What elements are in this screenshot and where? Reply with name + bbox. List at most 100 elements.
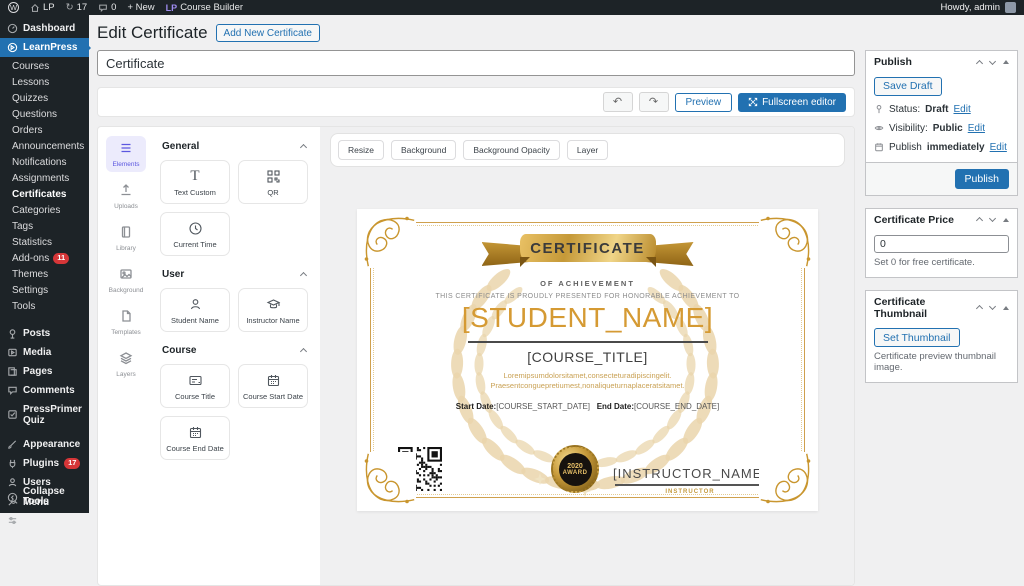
admin-bar-comments[interactable]: 0 [98, 2, 116, 13]
move-down-icon[interactable] [989, 303, 996, 310]
layer-button[interactable]: Layer [567, 140, 608, 160]
background-button[interactable]: Background [391, 140, 456, 160]
element-text-custom[interactable]: T Text Custom [160, 160, 230, 204]
collapse-section-icon[interactable] [300, 272, 307, 279]
calendar-icon [266, 373, 281, 388]
edit-schedule-link[interactable]: Edit [990, 142, 1007, 153]
course-title-placeholder[interactable]: [COURSE_TITLE] [357, 349, 818, 365]
element-course-title[interactable]: Course Title [160, 364, 230, 408]
course-dates-line[interactable]: Start Date:[COURSE_START_DATE] End Date:… [357, 402, 818, 411]
admin-bar-course-builder[interactable]: LP Course Builder [166, 2, 243, 13]
calendar-icon [188, 425, 203, 440]
ornament-corner-icon [362, 452, 416, 506]
save-draft-button[interactable]: Save Draft [874, 77, 942, 96]
collapse-section-icon[interactable] [300, 348, 307, 355]
admin-bar: W LP ↻ 17 0 + New LP Course Builder Howd… [0, 0, 1024, 15]
submenu-tags[interactable]: Tags [0, 218, 89, 234]
sidebar-item-learnpress[interactable]: LearnPress [0, 38, 89, 57]
toggle-panel-icon[interactable] [1003, 306, 1009, 310]
sidebar-item-comments[interactable]: Comments [0, 381, 89, 400]
sidebar-item-pressprimer-quiz[interactable]: PressPrimer Quiz [0, 400, 89, 430]
certificate-subtitle[interactable]: OF ACHIEVEMENT [357, 279, 818, 288]
submenu-questions[interactable]: Questions [0, 106, 89, 122]
submenu-tools[interactable]: Tools [0, 299, 89, 315]
submenu-categories[interactable]: Categories [0, 202, 89, 218]
add-new-certificate-button[interactable]: Add New Certificate [216, 24, 320, 42]
move-up-icon[interactable] [976, 217, 983, 224]
element-course-end-date[interactable]: Course End Date [160, 416, 230, 460]
admin-bar-new[interactable]: + New [127, 2, 154, 13]
tab-layers[interactable]: Layers [106, 346, 146, 382]
instructor-name-placeholder: [INSTRUCTOR_NAME] [602, 466, 778, 481]
admin-bar-updates[interactable]: ↻ 17 [66, 2, 88, 13]
submenu-certificates[interactable]: Certificates [0, 186, 89, 202]
submenu-courses[interactable]: Courses [0, 58, 89, 74]
set-thumbnail-button[interactable]: Set Thumbnail [874, 328, 960, 347]
submenu-themes[interactable]: Themes [0, 267, 89, 283]
tab-elements[interactable]: Elements [106, 136, 146, 172]
quiz-icon [7, 409, 18, 420]
sidebar-item-plugins[interactable]: Plugins 17 [0, 454, 89, 474]
submenu-announcements[interactable]: Announcements [0, 138, 89, 154]
sidebar-item-dashboard[interactable]: Dashboard [0, 19, 89, 38]
submenu-addons[interactable]: Add-ons 11 [0, 250, 89, 267]
move-down-icon[interactable] [989, 215, 996, 222]
submenu-settings[interactable]: Settings [0, 283, 89, 299]
preview-button[interactable]: Preview [675, 93, 733, 112]
collapse-section-icon[interactable] [300, 144, 307, 151]
sidebar-item-pages[interactable]: Pages [0, 362, 89, 381]
sidebar-item-media[interactable]: Media [0, 343, 89, 362]
edit-status-link[interactable]: Edit [953, 104, 970, 115]
appearance-icon [7, 439, 18, 450]
element-student-name[interactable]: Student Name [160, 288, 230, 332]
publish-button[interactable]: Publish [955, 169, 1009, 189]
move-up-icon[interactable] [976, 59, 983, 66]
comments-icon [7, 385, 18, 396]
avatar[interactable] [1005, 2, 1016, 13]
submenu-notifications[interactable]: Notifications [0, 154, 89, 170]
collapse-menu-button[interactable]: Collapse Menu [0, 482, 89, 512]
toggle-panel-icon[interactable] [1003, 60, 1009, 64]
element-instructor-name[interactable]: Instructor Name [238, 288, 308, 332]
edit-visibility-link[interactable]: Edit [968, 123, 985, 134]
move-down-icon[interactable] [989, 57, 996, 64]
howdy-text[interactable]: Howdy, admin [941, 2, 1001, 13]
element-qr[interactable]: QR [238, 160, 308, 204]
submenu-statistics[interactable]: Statistics [0, 234, 89, 250]
certificate-description[interactable]: Loremipsumdolorsitamet,consecteturadipis… [357, 371, 818, 391]
sidebar-item-posts[interactable]: Posts [0, 324, 89, 343]
fullscreen-editor-button[interactable]: Fullscreen editor [738, 93, 846, 112]
background-opacity-button[interactable]: Background Opacity [463, 140, 560, 160]
home-icon [30, 3, 40, 13]
resize-button[interactable]: Resize [338, 140, 384, 160]
element-course-start-date[interactable]: Course Start Date [238, 364, 308, 408]
submenu-assignments[interactable]: Assignments [0, 170, 89, 186]
submenu-quizzes[interactable]: Quizzes [0, 90, 89, 106]
student-name-placeholder[interactable]: [STUDENT_NAME] [357, 302, 818, 334]
submenu-lessons[interactable]: Lessons [0, 74, 89, 90]
wordpress-logo-icon[interactable]: W [8, 2, 19, 13]
tab-uploads[interactable]: Uploads [106, 178, 146, 214]
certificate-presented-line[interactable]: THIS CERTIFICATE IS PROUDLY PRESENTED FO… [357, 293, 818, 300]
submenu-orders[interactable]: Orders [0, 122, 89, 138]
redo-button[interactable]: ↷ [639, 92, 669, 112]
undo-button[interactable]: ↶ [603, 92, 633, 112]
sidebar-item-appearance[interactable]: Appearance [0, 435, 89, 454]
certificate-ribbon[interactable]: CERTIFICATE [482, 233, 694, 273]
learnpress-icon [7, 42, 18, 53]
tab-library[interactable]: Library [106, 220, 146, 256]
tab-templates[interactable]: Templates [106, 304, 146, 340]
move-up-icon[interactable] [976, 305, 983, 312]
award-medallion[interactable]: 2020 AWARD [551, 445, 599, 493]
upload-icon [119, 183, 133, 197]
element-current-time[interactable]: Current Time [160, 212, 230, 256]
learnpress-submenu: Courses Lessons Quizzes Questions Orders… [0, 57, 89, 319]
certificate-price-input[interactable] [874, 235, 1009, 253]
certificate-title-input[interactable] [97, 50, 855, 76]
certificate-canvas[interactable]: CERTIFICATE OF ACHIEVEMENT THIS CERTIFIC… [357, 209, 818, 511]
sidebar-item-settings[interactable]: Settings [0, 511, 89, 530]
tab-background[interactable]: Background [106, 262, 146, 298]
admin-bar-site[interactable]: LP [30, 2, 55, 13]
instructor-block[interactable]: [INSTRUCTOR_NAME] INSTRUCTOR [602, 466, 778, 495]
toggle-panel-icon[interactable] [1003, 218, 1009, 222]
